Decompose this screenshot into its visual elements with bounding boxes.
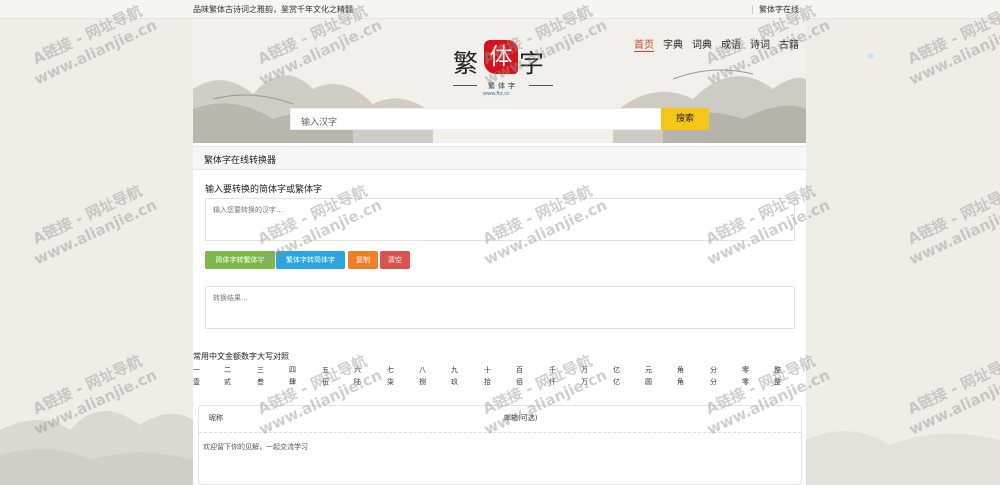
money-cell: 零 — [742, 378, 749, 386]
site-logo[interactable]: 繁 体 字 繁体字 www.ftz.cc — [453, 40, 553, 98]
logo-seal: 体 — [484, 40, 518, 74]
traditional-to-simplified-button[interactable]: 繁体字转简体字 — [276, 251, 345, 269]
topbar-divider — [752, 5, 753, 14]
search-input[interactable]: 输入汉字 — [290, 108, 662, 130]
site-home-link[interactable]: 繁体字在线 — [759, 4, 799, 15]
nav-item-cidian[interactable]: 词典 — [692, 36, 712, 51]
money-cell: 玖 — [451, 378, 458, 386]
money-cell: 壹 — [193, 378, 200, 386]
money-row-traditional: 壹 贰 叁 肆 伍 陆 柒 捌 玖 拾 佰 仟 万 亿 圆 角 分 零 整 — [193, 377, 806, 387]
money-cell: 十 — [484, 366, 491, 374]
site-slogan: 品味繁体古诗词之雅韵，鉴赏千年文化之精髓 — [193, 5, 353, 14]
comment-divider — [199, 432, 801, 433]
source-textarea[interactable]: 输入您要转换的汉字... — [205, 198, 795, 241]
simplified-to-traditional-button[interactable]: 简体字转繁体字 — [205, 251, 275, 269]
money-row-simplified: 一 二 三 四 五 六 七 八 九 十 百 千 万 亿 元 角 分 零 整 — [193, 365, 806, 375]
money-cell: 万 — [581, 378, 588, 386]
money-cell: 六 — [354, 366, 361, 374]
money-cell: 捌 — [419, 378, 426, 386]
logo-subtitle: 繁体字 — [488, 82, 518, 90]
money-cell: 角 — [677, 366, 684, 374]
money-cell: 整 — [774, 378, 781, 386]
logo-domain: www.ftz.cc — [483, 91, 510, 97]
money-cell: 贰 — [224, 378, 231, 386]
money-cell: 叁 — [257, 378, 264, 386]
converter-title: 繁体字在线转换器 — [204, 156, 277, 166]
comment-textarea[interactable]: 欢迎留下你的见解，一起交流学习 — [203, 442, 308, 452]
money-cell: 分 — [710, 366, 717, 374]
logo-rule-left — [453, 85, 477, 86]
money-cell: 五 — [322, 366, 329, 374]
money-cell: 元 — [645, 366, 652, 374]
money-cell: 柒 — [387, 378, 394, 386]
comment-form: 昵称 邮箱(可选) 欢迎留下你的见解，一起交流学习 — [198, 405, 802, 485]
clear-button[interactable]: 清空 — [380, 251, 410, 269]
money-table-title: 常用中文金额数字大写对照 — [193, 352, 289, 361]
money-cell: 一 — [193, 366, 200, 374]
nav-item-guji[interactable]: 古籍 — [779, 36, 799, 51]
money-cell: 四 — [289, 366, 296, 374]
logo-char-left: 繁 — [453, 49, 479, 78]
money-cell: 八 — [419, 366, 426, 374]
logo-rule-right — [529, 85, 553, 86]
nav-item-home[interactable]: 首页 — [634, 36, 654, 52]
money-cell: 仟 — [549, 378, 556, 386]
nav-item-zidian[interactable]: 字典 — [663, 36, 683, 51]
money-cell: 二 — [224, 366, 231, 374]
result-textarea[interactable]: 转换结果... — [205, 286, 795, 329]
money-cell: 圆 — [645, 378, 652, 386]
money-cell: 三 — [257, 366, 264, 374]
top-bar: 品味繁体古诗词之雅韵，鉴赏千年文化之精髓 繁体字在线 — [0, 0, 1000, 19]
money-cell: 陆 — [354, 378, 361, 386]
converter-panel-header: 繁体字在线转换器 — [193, 146, 806, 170]
money-cell: 七 — [387, 366, 394, 374]
money-cell: 千 — [549, 366, 556, 374]
money-cell: 亿 — [613, 366, 620, 374]
money-cell: 零 — [742, 366, 749, 374]
money-cell: 佰 — [516, 378, 523, 386]
logo-char-right: 字 — [519, 49, 545, 78]
input-label: 输入要转换的简体字或繁体字 — [205, 185, 323, 195]
copy-button[interactable]: 复制 — [348, 251, 378, 269]
nav-item-chengyu[interactable]: 成语 — [721, 36, 741, 51]
money-cell: 万 — [581, 366, 588, 374]
money-cell: 百 — [516, 366, 523, 374]
money-cell: 整 — [774, 366, 781, 374]
money-cell: 亿 — [613, 378, 620, 386]
money-cell: 肆 — [289, 378, 296, 386]
money-cell: 分 — [710, 378, 717, 386]
email-field[interactable]: 邮箱(可选) — [504, 413, 537, 423]
nav-item-shici[interactable]: 诗词 — [750, 36, 770, 51]
money-cell: 伍 — [322, 378, 329, 386]
main-nav: 首页 字典 词典 成语 诗词 古籍 — [634, 36, 808, 52]
search-button[interactable]: 搜索 — [661, 108, 709, 130]
money-cell: 角 — [677, 378, 684, 386]
money-cell: 拾 — [484, 378, 491, 386]
money-cell: 九 — [451, 366, 458, 374]
nickname-field[interactable]: 昵称 — [209, 413, 223, 423]
